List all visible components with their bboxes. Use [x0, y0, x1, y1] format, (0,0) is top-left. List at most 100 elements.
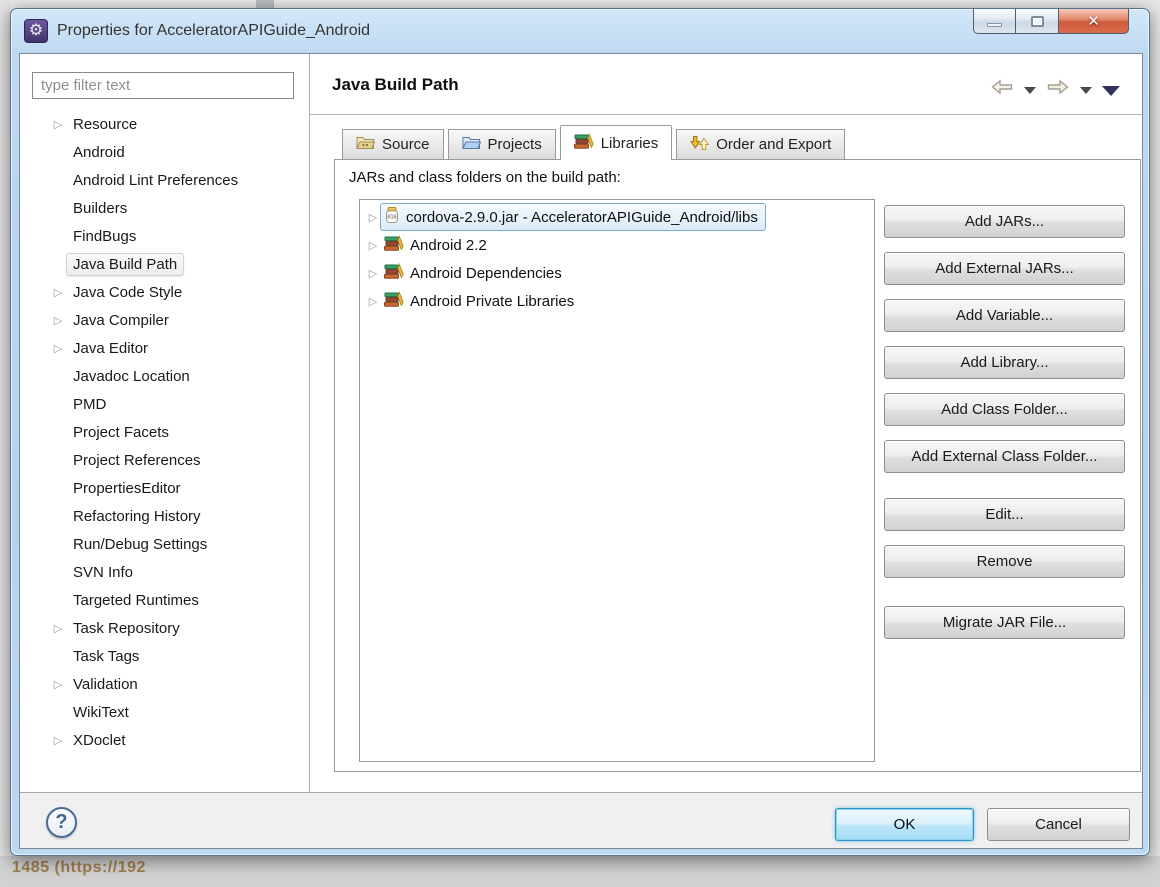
projects-folder-icon [462, 135, 481, 154]
sidebar-item-label: Javadoc Location [66, 365, 197, 388]
close-icon: ✕ [1087, 12, 1100, 30]
close-button[interactable]: ✕ [1059, 9, 1129, 34]
maximize-icon [1031, 16, 1044, 27]
sidebar-item-label: Targeted Runtimes [66, 589, 206, 612]
library-books-icon [384, 291, 404, 312]
background-text-fragment: 1485 (https://192 [12, 859, 146, 877]
header-separator [310, 114, 1142, 115]
list-item-cordova-jar[interactable]: ▷ 010 cordova-2.9.0.jar - AcceleratorAPI… [360, 203, 874, 231]
library-books-icon [384, 263, 404, 284]
list-item-android-dependencies[interactable]: ▷ Android Dependencies [360, 259, 874, 287]
forward-arrow-icon[interactable] [1046, 77, 1070, 102]
sidebar-item-label: Android Lint Preferences [66, 169, 245, 192]
sidebar-item-resource[interactable]: ▷Resource [20, 110, 306, 138]
list-item-label: Android 2.2 [410, 237, 487, 254]
filter-input[interactable] [32, 72, 294, 99]
tab-projects[interactable]: Projects [448, 129, 556, 159]
sidebar-item-propertieseditor[interactable]: ▷PropertiesEditor [20, 474, 306, 502]
tab-source[interactable]: Source [342, 129, 444, 159]
properties-dialog: ⚙ Properties for AcceleratorAPIGuide_And… [10, 8, 1150, 856]
expand-arrow-icon[interactable]: ▷ [50, 678, 66, 691]
sidebar-item-label: Project Facets [66, 421, 176, 444]
page-title: Java Build Path [332, 75, 459, 95]
sidebar-item-label: Java Editor [66, 337, 155, 360]
add-variable-button[interactable]: Add Variable... [884, 299, 1125, 332]
sidebar-item-java-compiler[interactable]: ▷Java Compiler [20, 306, 306, 334]
expand-arrow-icon[interactable]: ▷ [366, 267, 380, 280]
tab-libraries[interactable]: Libraries [560, 125, 673, 160]
edit-button[interactable]: Edit... [884, 498, 1125, 531]
build-path-tabs: Source Projects Libraries [342, 125, 849, 160]
expand-arrow-icon[interactable]: ▷ [50, 286, 66, 299]
order-export-icon [690, 135, 709, 155]
sidebar-item-label: Project References [66, 449, 208, 472]
expand-arrow-icon[interactable]: ▷ [50, 734, 66, 747]
sidebar-item-targeted-runtimes[interactable]: ▷Targeted Runtimes [20, 586, 306, 614]
sidebar-item-java-editor[interactable]: ▷Java Editor [20, 334, 306, 362]
sidebar-item-pmd[interactable]: ▷PMD [20, 390, 306, 418]
expand-arrow-icon[interactable]: ▷ [366, 239, 380, 252]
sidebar-item-builders[interactable]: ▷Builders [20, 194, 306, 222]
list-item-android-22[interactable]: ▷ Android 2.2 [360, 231, 874, 259]
migrate-jar-file-button[interactable]: Migrate JAR File... [884, 606, 1125, 639]
library-books-icon [384, 235, 404, 256]
sidebar-item-label: PMD [66, 393, 113, 416]
expand-arrow-icon[interactable]: ▷ [50, 622, 66, 635]
background-bottom-strip [0, 856, 1160, 887]
sidebar-item-refactoring-history[interactable]: ▷Refactoring History [20, 502, 306, 530]
help-icon: ? [55, 811, 67, 834]
forward-dropdown-icon[interactable] [1080, 87, 1092, 94]
add-jars-button[interactable]: Add JARs... [884, 205, 1125, 238]
cancel-button[interactable]: Cancel [987, 808, 1130, 841]
expand-arrow-icon[interactable]: ▷ [50, 118, 66, 131]
add-library-button[interactable]: Add Library... [884, 346, 1125, 379]
build-path-list[interactable]: ▷ 010 cordova-2.9.0.jar - AcceleratorAPI… [359, 199, 875, 762]
back-arrow-icon[interactable] [990, 77, 1014, 102]
minimize-icon [987, 23, 1002, 27]
tab-order-and-export[interactable]: Order and Export [676, 129, 845, 159]
sidebar-item-wikitext[interactable]: ▷WikiText [20, 698, 306, 726]
tab-label: Source [382, 136, 430, 153]
jar-file-icon: 010 [384, 206, 400, 228]
sidebar-item-svn-info[interactable]: ▷SVN Info [20, 558, 306, 586]
sidebar-item-run-debug-settings[interactable]: ▷Run/Debug Settings [20, 530, 306, 558]
minimize-button[interactable] [973, 9, 1016, 34]
add-external-jars-button[interactable]: Add External JARs... [884, 252, 1125, 285]
sidebar-item-task-repository[interactable]: ▷Task Repository [20, 614, 306, 642]
sidebar-item-label: WikiText [66, 701, 136, 724]
sidebar-item-task-tags[interactable]: ▷Task Tags [20, 642, 306, 670]
sidebar-item-xdoclet[interactable]: ▷XDoclet [20, 726, 306, 754]
sidebar-item-project-facets[interactable]: ▷Project Facets [20, 418, 306, 446]
expand-arrow-icon[interactable]: ▷ [366, 211, 380, 224]
maximize-button[interactable] [1016, 9, 1059, 34]
page-navigation [990, 77, 1120, 102]
sidebar-item-android-lint-preferences[interactable]: ▷Android Lint Preferences [20, 166, 306, 194]
back-dropdown-icon[interactable] [1024, 87, 1036, 94]
list-item-label: Android Dependencies [410, 265, 562, 282]
add-external-class-folder-button[interactable]: Add External Class Folder... [884, 440, 1125, 473]
add-class-folder-button[interactable]: Add Class Folder... [884, 393, 1125, 426]
ok-button[interactable]: OK [835, 808, 974, 841]
sidebar-item-project-references[interactable]: ▷Project References [20, 446, 306, 474]
background-scrollbar-notch [256, 0, 274, 8]
main-area: Java Build Path Source [310, 54, 1142, 792]
footer: ? OK Cancel [20, 793, 1142, 848]
view-menu-icon[interactable] [1102, 86, 1120, 96]
help-button[interactable]: ? [46, 807, 77, 838]
sidebar-item-label: Java Compiler [66, 309, 176, 332]
expand-arrow-icon[interactable]: ▷ [366, 295, 380, 308]
sidebar-item-android[interactable]: ▷Android [20, 138, 306, 166]
sidebar-item-label: Run/Debug Settings [66, 533, 214, 556]
sidebar-item-findbugs[interactable]: ▷FindBugs [20, 222, 306, 250]
expand-arrow-icon[interactable]: ▷ [50, 342, 66, 355]
sidebar-item-label: Task Tags [66, 645, 146, 668]
sidebar-item-java-code-style[interactable]: ▷Java Code Style [20, 278, 306, 306]
sidebar-item-label: FindBugs [66, 225, 143, 248]
sidebar-item-label: Android [66, 141, 132, 164]
list-item-android-private-libraries[interactable]: ▷ Android Private Libraries [360, 287, 874, 315]
expand-arrow-icon[interactable]: ▷ [50, 314, 66, 327]
sidebar-item-validation[interactable]: ▷Validation [20, 670, 306, 698]
remove-button[interactable]: Remove [884, 545, 1125, 578]
sidebar-item-java-build-path[interactable]: ▷Java Build Path [20, 250, 306, 278]
sidebar-item-javadoc-location[interactable]: ▷Javadoc Location [20, 362, 306, 390]
